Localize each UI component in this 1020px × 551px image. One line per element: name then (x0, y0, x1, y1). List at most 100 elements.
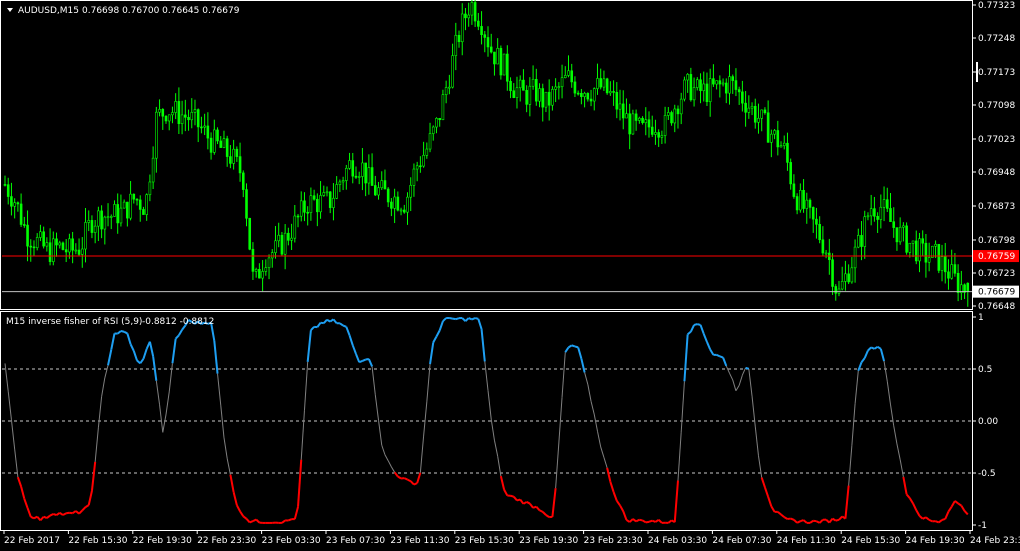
candle-body (303, 200, 306, 213)
candle-body (679, 98, 683, 115)
candle-body (737, 89, 741, 93)
candle-body (483, 34, 487, 38)
time-tick-label: 22 Feb 19:30 (133, 536, 192, 546)
candle-body (370, 167, 374, 186)
indicator-segment (374, 394, 380, 421)
candle-body (705, 83, 709, 103)
candle-body (158, 109, 161, 113)
candle-body (602, 78, 606, 88)
candle-body (779, 145, 783, 148)
candle-body (914, 240, 918, 262)
indicator-segment (510, 494, 515, 498)
indicator-segment (329, 318, 335, 323)
indicator-segment (148, 341, 155, 357)
indicator-segment (300, 410, 305, 460)
indicator-segment (760, 477, 766, 488)
candle-body (766, 112, 770, 143)
candle-body (122, 201, 126, 209)
indicator-segment (332, 318, 338, 324)
indicator-segment (645, 520, 650, 524)
price-tick-label: 0.77173 (978, 68, 1015, 78)
candle-body (216, 129, 219, 142)
candle-body (811, 207, 815, 220)
candle-body (776, 130, 780, 148)
candle-body (621, 103, 625, 119)
indicator-segment (468, 317, 473, 321)
indicator-segment (828, 517, 834, 524)
candle-body (116, 204, 119, 224)
indicator-segment (55, 511, 61, 516)
time-tick-label: 24 Feb 07:30 (712, 536, 771, 546)
indicator-segment (162, 414, 167, 433)
indicator-segment (890, 404, 895, 426)
indicator-segment (896, 443, 901, 460)
indicator-segment (442, 317, 447, 322)
indicator-segment (345, 326, 351, 336)
candle-body (840, 281, 844, 290)
chart-shift-marker[interactable] (976, 62, 978, 82)
candle-body (322, 192, 326, 196)
candle-body (222, 138, 226, 148)
candle-body (731, 76, 735, 81)
candle-body (692, 87, 696, 101)
indicator-segment (651, 519, 656, 523)
candle-body (506, 53, 509, 82)
candle-body (670, 112, 673, 124)
time-tick-label: 24 Feb 15:30 (841, 536, 900, 546)
candle-body (683, 79, 686, 100)
candle-body (615, 92, 619, 110)
indicator-segment (902, 476, 908, 495)
candle-body (847, 273, 850, 283)
indicator-segment (326, 318, 331, 323)
candle-body (177, 101, 181, 124)
indicator-segment (915, 509, 921, 517)
candle-body (438, 118, 442, 121)
indicator-segment (117, 330, 122, 335)
indicator-segment (667, 519, 673, 524)
ind-tick-label: 1 (978, 313, 984, 323)
candle-body (638, 117, 641, 121)
candle-body (264, 267, 268, 272)
candle-body (563, 75, 567, 78)
ind-tick-label: 0.5 (978, 365, 992, 375)
candle-body (512, 90, 516, 98)
candle-body (844, 273, 847, 282)
candle-body (660, 135, 664, 138)
candle-body (367, 167, 371, 184)
indicator-segment (612, 491, 618, 502)
candle-body (480, 26, 483, 36)
price-tick-label: 0.77098 (978, 101, 1015, 111)
indicator-segment (171, 338, 177, 364)
candle-body (171, 112, 174, 116)
dropdown-triangle-icon[interactable] (7, 8, 13, 12)
candle-body (68, 238, 71, 253)
candle-body (541, 88, 545, 108)
candle-body (71, 238, 74, 251)
time-tick-label: 24 Feb 11:30 (777, 536, 836, 546)
indicator-segment (748, 368, 753, 397)
candle-body (763, 109, 767, 114)
indicator-segment (381, 444, 386, 455)
indicator-segment (126, 333, 132, 345)
candle-body (592, 88, 596, 102)
indicator-segment (165, 391, 170, 415)
candle-body (647, 119, 651, 128)
ind-tick-label: -1 (978, 521, 987, 531)
candle-body (113, 204, 116, 217)
indicator-segment (94, 427, 99, 462)
indicator-segment (46, 514, 51, 519)
indicator-segment (632, 518, 637, 523)
candle-body (850, 267, 854, 283)
indicator-header: M15 inverse fisher of RSI (5,9) -0.8812 … (6, 317, 214, 327)
indicator-segment (384, 454, 389, 461)
candle-body (628, 113, 631, 135)
candle-body (55, 238, 58, 246)
indicator-segment (281, 519, 286, 524)
indicator-segment (957, 502, 962, 507)
indicator-segment (493, 440, 499, 457)
candle-body (631, 113, 635, 135)
indicator-segment (593, 414, 598, 432)
candle-body (773, 130, 776, 135)
candle-body (196, 109, 200, 128)
indicator-segment (526, 501, 531, 505)
